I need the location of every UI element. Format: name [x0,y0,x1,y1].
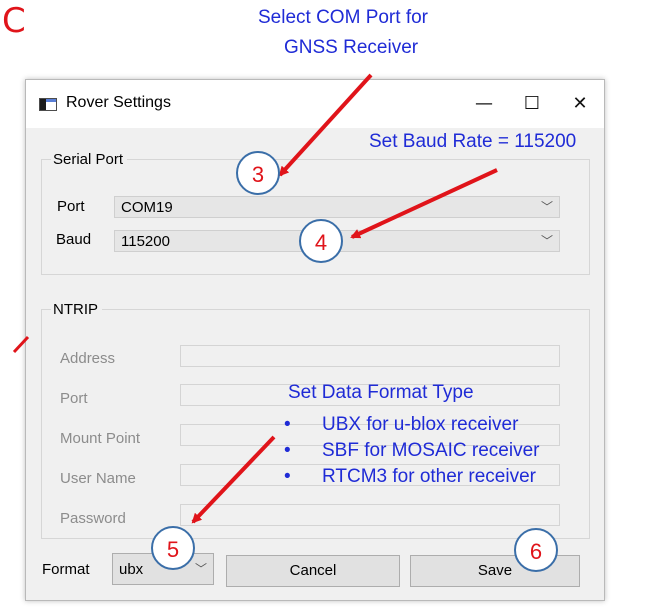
set-format-annotation: Set Data Format Type [288,382,474,403]
close-button[interactable]: ✕ [560,86,600,122]
bullet-sbf: • SBF for MOSAIC receiver [284,440,540,461]
select-com-annotation-line2: GNSS Receiver [284,37,419,58]
address-input[interactable] [180,345,560,367]
minimize-button[interactable]: — [464,86,504,122]
select-com-annotation-line1: Select COM Port for [258,7,428,28]
maximize-button[interactable]: ☐ [512,86,552,122]
step-5-badge: 5 [151,526,195,570]
address-label: Address [60,350,116,367]
format-bullet-list: • UBX for u-blox receiver • SBF for MOSAIC… [284,412,540,490]
port-select[interactable]: COM19 ﹀ [114,196,560,218]
chevron-down-icon: ﹀ [194,562,207,576]
app-window-icon [39,98,57,111]
ntrip-port-label: Port [60,390,88,407]
port-select-value: COM19 [121,199,173,216]
baud-label: Baud [56,231,92,248]
window-title: Rover Settings [66,94,171,111]
step-6-badge: 6 [514,528,558,572]
format-label: Format [42,561,90,578]
chevron-down-icon: ﹀ [540,234,553,248]
title-bar: Rover Settings — ☐ ✕ [26,80,604,128]
chevron-down-icon: ﹀ [540,200,553,214]
set-baud-annotation: Set Baud Rate = 115200 [369,131,577,152]
bullet-ubx: • UBX for u-blox receiver [284,414,519,435]
baud-select-value: 115200 [121,233,170,250]
cancel-button[interactable]: Cancel [226,555,400,587]
port-label: Port [57,198,85,215]
user-name-label: User Name [60,470,136,487]
password-label: Password [60,510,126,527]
rover-settings-dialog: Rover Settings — ☐ ✕ Serial Port Port CO… [25,79,605,601]
step-3-badge: 3 [236,151,280,195]
step-4-badge: 4 [299,219,343,263]
bullet-rtcm3: • RTCM3 for other receiver [284,466,536,487]
mount-point-label: Mount Point [60,430,141,447]
cropped-letter: C [2,1,26,41]
password-input[interactable] [180,504,560,526]
serial-port-group-label: Serial Port [51,151,128,168]
format-select-value: ubx [119,561,144,578]
ntrip-group-label: NTRIP [51,301,102,318]
